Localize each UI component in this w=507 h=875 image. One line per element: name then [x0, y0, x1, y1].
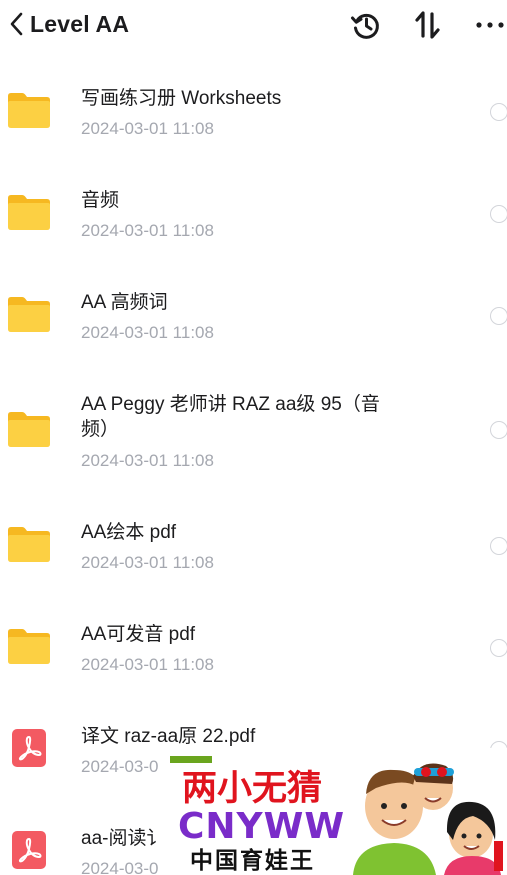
list-item[interactable]: 写画练习册 Worksheets 2024-03-01 11:08 [0, 80, 507, 150]
list-item[interactable]: AA可发音 pdf 2024-03-01 11:08 [0, 616, 507, 686]
sort-arrows-icon [415, 11, 440, 39]
watermark-logo: 两小无猜 CNYWW 中国育娃王 [168, 748, 507, 875]
select-radio[interactable] [490, 537, 507, 555]
sort-button[interactable] [411, 8, 445, 42]
watermark-graphic: 两小无猜 CNYWW 中国育娃王 [168, 748, 507, 875]
folder-icon [8, 93, 50, 128]
select-radio[interactable] [490, 307, 507, 325]
folder-icon [8, 527, 50, 562]
file-name: AA可发音 pdf [81, 624, 196, 645]
file-name: 音频 [81, 190, 120, 211]
list-item[interactable]: 音频 2024-03-01 11:08 [0, 182, 507, 252]
top-bar: Level AA [0, 0, 507, 50]
folder-icon [8, 629, 50, 664]
file-date: 2024-03-01 11:08 [81, 221, 214, 240]
file-date: 2024-03-01 11:08 [81, 553, 214, 572]
file-name: AA绘本 pdf [81, 522, 177, 543]
more-dots-icon [476, 22, 504, 28]
watermark-line1: 两小无猜 [182, 769, 322, 809]
file-date: 2024-03-01 11:08 [81, 323, 214, 342]
file-date: 2024-03-0 [81, 859, 159, 875]
select-radio[interactable] [490, 421, 507, 439]
file-name: AA Peggy 老师讲 RAZ aa级 95（音频） [81, 394, 380, 440]
file-name: 写画练习册 Worksheets [81, 88, 282, 109]
history-button[interactable] [349, 8, 383, 42]
page-title: Level AA [30, 10, 130, 37]
folder-icon [8, 297, 50, 332]
pdf-file-icon [12, 729, 46, 767]
file-date: 2024-03-01 11:08 [81, 655, 214, 674]
watermark-line3: 中国育娃王 [190, 847, 315, 874]
file-name: 译文 raz-aa原 22.pdf [81, 726, 256, 747]
chevron-left-icon [10, 12, 23, 36]
back-button[interactable]: Level AA [8, 8, 129, 40]
list-item[interactable]: AA绘本 pdf 2024-03-01 11:08 [0, 514, 507, 584]
history-clock-icon [351, 13, 379, 39]
list-item[interactable]: AA Peggy 老师讲 RAZ aa级 95（音频） 2024-03-01 1… [0, 386, 507, 482]
folder-icon [8, 195, 50, 230]
select-radio[interactable] [490, 103, 507, 121]
file-date: 2024-03-01 11:08 [81, 451, 214, 470]
folder-icon [8, 412, 50, 447]
watermark-line2: CNYWW [178, 806, 345, 847]
file-date: 2024-03-01 11:08 [81, 119, 214, 138]
select-radio[interactable] [490, 639, 507, 657]
file-name: AA 高频词 [81, 292, 168, 313]
more-button[interactable] [473, 8, 507, 42]
file-date: 2024-03-0 [81, 757, 159, 776]
select-radio[interactable] [490, 205, 507, 223]
pdf-file-icon [12, 831, 46, 869]
list-item[interactable]: AA 高频词 2024-03-01 11:08 [0, 284, 507, 354]
file-browser-screen: Level AA 写画练习册 Worksheets 2024-03-01 11:… [0, 0, 507, 875]
